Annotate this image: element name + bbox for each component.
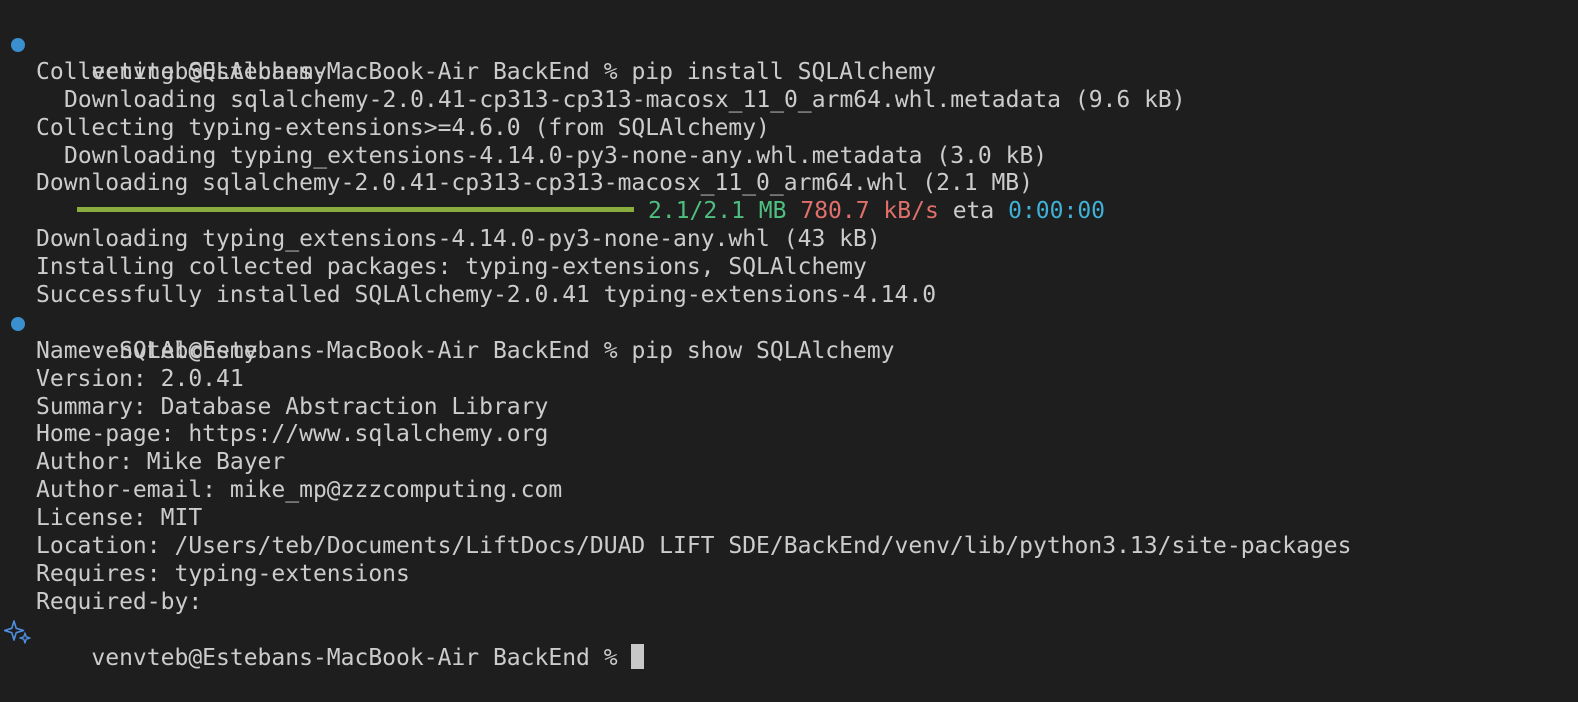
output-line: Author: Mike Bayer bbox=[36, 449, 286, 476]
circle-dot-icon[interactable] bbox=[11, 38, 25, 52]
output-line: Name: SQLAlchemy bbox=[36, 337, 258, 364]
prompt-text: venvteb@Estebans-MacBook-Air BackEnd % bbox=[91, 644, 632, 671]
progress-size: 2.1/2.1 MB bbox=[648, 198, 787, 225]
output-line: License: MIT bbox=[36, 505, 203, 532]
output-line: Requires: typing-extensions bbox=[36, 560, 410, 587]
circle-dot-icon[interactable] bbox=[11, 316, 25, 331]
output-line: Home-page: https://www.sqlalchemy.org bbox=[36, 421, 549, 448]
download-progress-line: 2.1/2.1 MB 780.7 kB/s eta 0:00:00 bbox=[0, 198, 1578, 226]
output-line: Downloading sqlalchemy-2.0.41-cp313-cp31… bbox=[64, 86, 1186, 113]
command-line-current: venvteb@Estebans-MacBook-Air BackEnd % bbox=[0, 617, 1578, 671]
output-line: Summary: Database Abstraction Library bbox=[36, 393, 549, 420]
output-line: Version: 2.0.41 bbox=[36, 365, 244, 392]
progress-eta: 0:00:00 bbox=[1008, 198, 1106, 225]
output-line: Location: /Users/teb/Documents/LiftDocs/… bbox=[36, 533, 1352, 560]
output-line: Collecting SQLAlchemy bbox=[36, 58, 327, 85]
command-line-install: venvteb@Estebans-MacBook-Air BackEnd % p… bbox=[0, 31, 1578, 85]
output-line: Author-email: mike_mp@zzzcomputing.com bbox=[36, 477, 563, 504]
output-line: Downloading typing_extensions-4.14.0-py3… bbox=[36, 226, 881, 253]
terminal-cursor[interactable] bbox=[631, 643, 645, 669]
output-line: Downloading sqlalchemy-2.0.41-cp313-cp31… bbox=[36, 170, 1033, 197]
progress-speed: 780.7 kB/s bbox=[800, 198, 939, 225]
download-progress-bar bbox=[77, 207, 634, 213]
output-line: Installing collected packages: typing-ex… bbox=[36, 254, 867, 281]
terminal-output[interactable]: venvteb@Estebans-MacBook-Air BackEnd % p… bbox=[0, 31, 1578, 671]
command-line-show: venvteb@Estebans-MacBook-Air BackEnd % p… bbox=[0, 310, 1578, 364]
output-line: Downloading typing_extensions-4.14.0-py3… bbox=[64, 142, 1048, 169]
progress-eta-label: eta bbox=[952, 198, 995, 225]
output-line: Successfully installed SQLAlchemy-2.0.41… bbox=[36, 282, 937, 309]
sparkle-icon[interactable] bbox=[4, 618, 32, 644]
output-line: Collecting typing-extensions>=4.6.0 (fro… bbox=[36, 114, 770, 141]
output-line: Required-by: bbox=[36, 588, 203, 615]
